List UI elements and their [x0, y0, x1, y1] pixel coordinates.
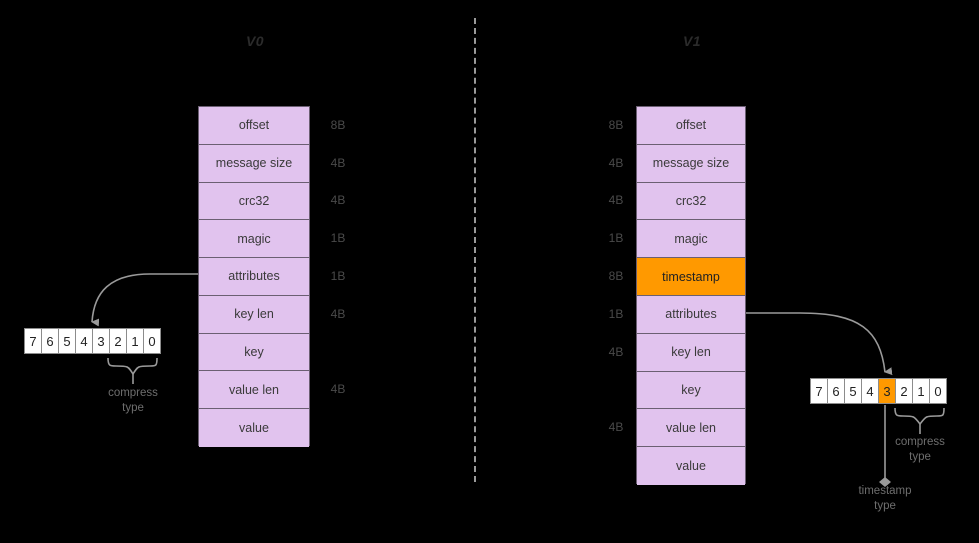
size-label: 4B	[608, 420, 624, 435]
attributes-bitfield-v1: 7 6 5 4 3 2 1 0	[810, 378, 947, 404]
struct-field-crc32: crc32	[637, 182, 745, 221]
struct-field-attributes: attributes	[199, 258, 309, 296]
size-label: 1B	[608, 231, 624, 246]
bit-0: 0	[930, 379, 946, 403]
struct-field-key: key	[199, 333, 309, 372]
bit-1: 1	[913, 379, 929, 403]
struct-field-message-size: message size	[637, 144, 745, 183]
size-label	[318, 408, 358, 446]
message-struct-v1: offset message size crc32 magic timestam…	[636, 106, 746, 485]
panel-title-v1: V1	[682, 33, 702, 49]
size-label: 8B	[608, 269, 624, 284]
caption-compress-type-v0: compress type	[108, 387, 158, 414]
struct-field-offset: offset	[199, 107, 309, 145]
struct-field-value: value	[199, 409, 309, 447]
bit-6: 6	[42, 329, 58, 353]
bit-2: 2	[896, 379, 912, 403]
bit-0: 0	[144, 329, 160, 353]
attributes-bitfield-v0: 7 6 5 4 3 2 1 0	[24, 328, 161, 354]
size-label: 8B	[330, 117, 346, 132]
size-label: 4B	[330, 193, 346, 208]
size-label: 4B	[608, 193, 624, 208]
bit-2: 2	[110, 329, 126, 353]
struct-field-offset: offset	[637, 107, 745, 145]
caption-compress-type-v1: compress type	[895, 436, 945, 463]
bit-4: 4	[862, 379, 878, 403]
bit-7: 7	[811, 379, 827, 403]
bit-3: 3	[93, 329, 109, 353]
size-label	[596, 371, 636, 409]
bit-5: 5	[59, 329, 75, 353]
message-struct-v0: offset message size crc32 magic attribut…	[198, 106, 310, 447]
struct-field-value-len: value len	[637, 409, 745, 448]
size-label: 4B	[330, 155, 346, 170]
size-label: 4B	[608, 155, 624, 170]
struct-field-value-len: value len	[199, 371, 309, 410]
struct-field-attributes: attributes	[637, 295, 745, 334]
diagram-canvas: V0 V1 8B 4B 4B 1B 1B 4B 4B offset messag…	[0, 0, 979, 543]
caption-timestamp-type-v1: timestamp type	[858, 485, 912, 512]
struct-field-magic: magic	[637, 220, 745, 259]
bit-6: 6	[828, 379, 844, 403]
struct-field-key: key	[637, 371, 745, 410]
size-label: 1B	[608, 306, 624, 321]
size-label: 4B	[608, 344, 624, 359]
connector-attributes-v0	[91, 273, 198, 327]
bit-3: 3	[879, 379, 895, 403]
size-label: 1B	[330, 231, 346, 246]
struct-field-crc32: crc32	[199, 182, 309, 221]
bit-1: 1	[127, 329, 143, 353]
bit-7: 7	[25, 329, 41, 353]
size-label: 4B	[330, 306, 346, 321]
struct-field-message-size: message size	[199, 144, 309, 183]
struct-field-magic: magic	[199, 220, 309, 259]
panel-title-v0: V0	[245, 33, 265, 49]
connector-overlay	[91, 273, 945, 487]
size-label	[318, 333, 358, 371]
size-label: 1B	[330, 268, 346, 283]
bit-4: 4	[76, 329, 92, 353]
struct-field-timestamp: timestamp	[637, 258, 745, 296]
panel-divider	[474, 18, 476, 482]
struct-field-value: value	[637, 447, 745, 485]
brace-compress-type-v0	[107, 357, 158, 376]
brace-compress-type-v1	[894, 407, 945, 426]
bit-5: 5	[845, 379, 861, 403]
size-label: 4B	[330, 382, 346, 397]
connector-attributes-v1	[746, 312, 893, 376]
struct-field-key-len: key len	[637, 333, 745, 372]
size-column-v0: 8B 4B 4B 1B 1B 4B 4B	[318, 106, 358, 446]
size-label	[596, 446, 636, 484]
struct-field-key-len: key len	[199, 295, 309, 334]
size-label: 8B	[608, 117, 624, 132]
size-column-v1: 8B 4B 4B 1B 8B 1B 4B 4B	[596, 106, 636, 484]
